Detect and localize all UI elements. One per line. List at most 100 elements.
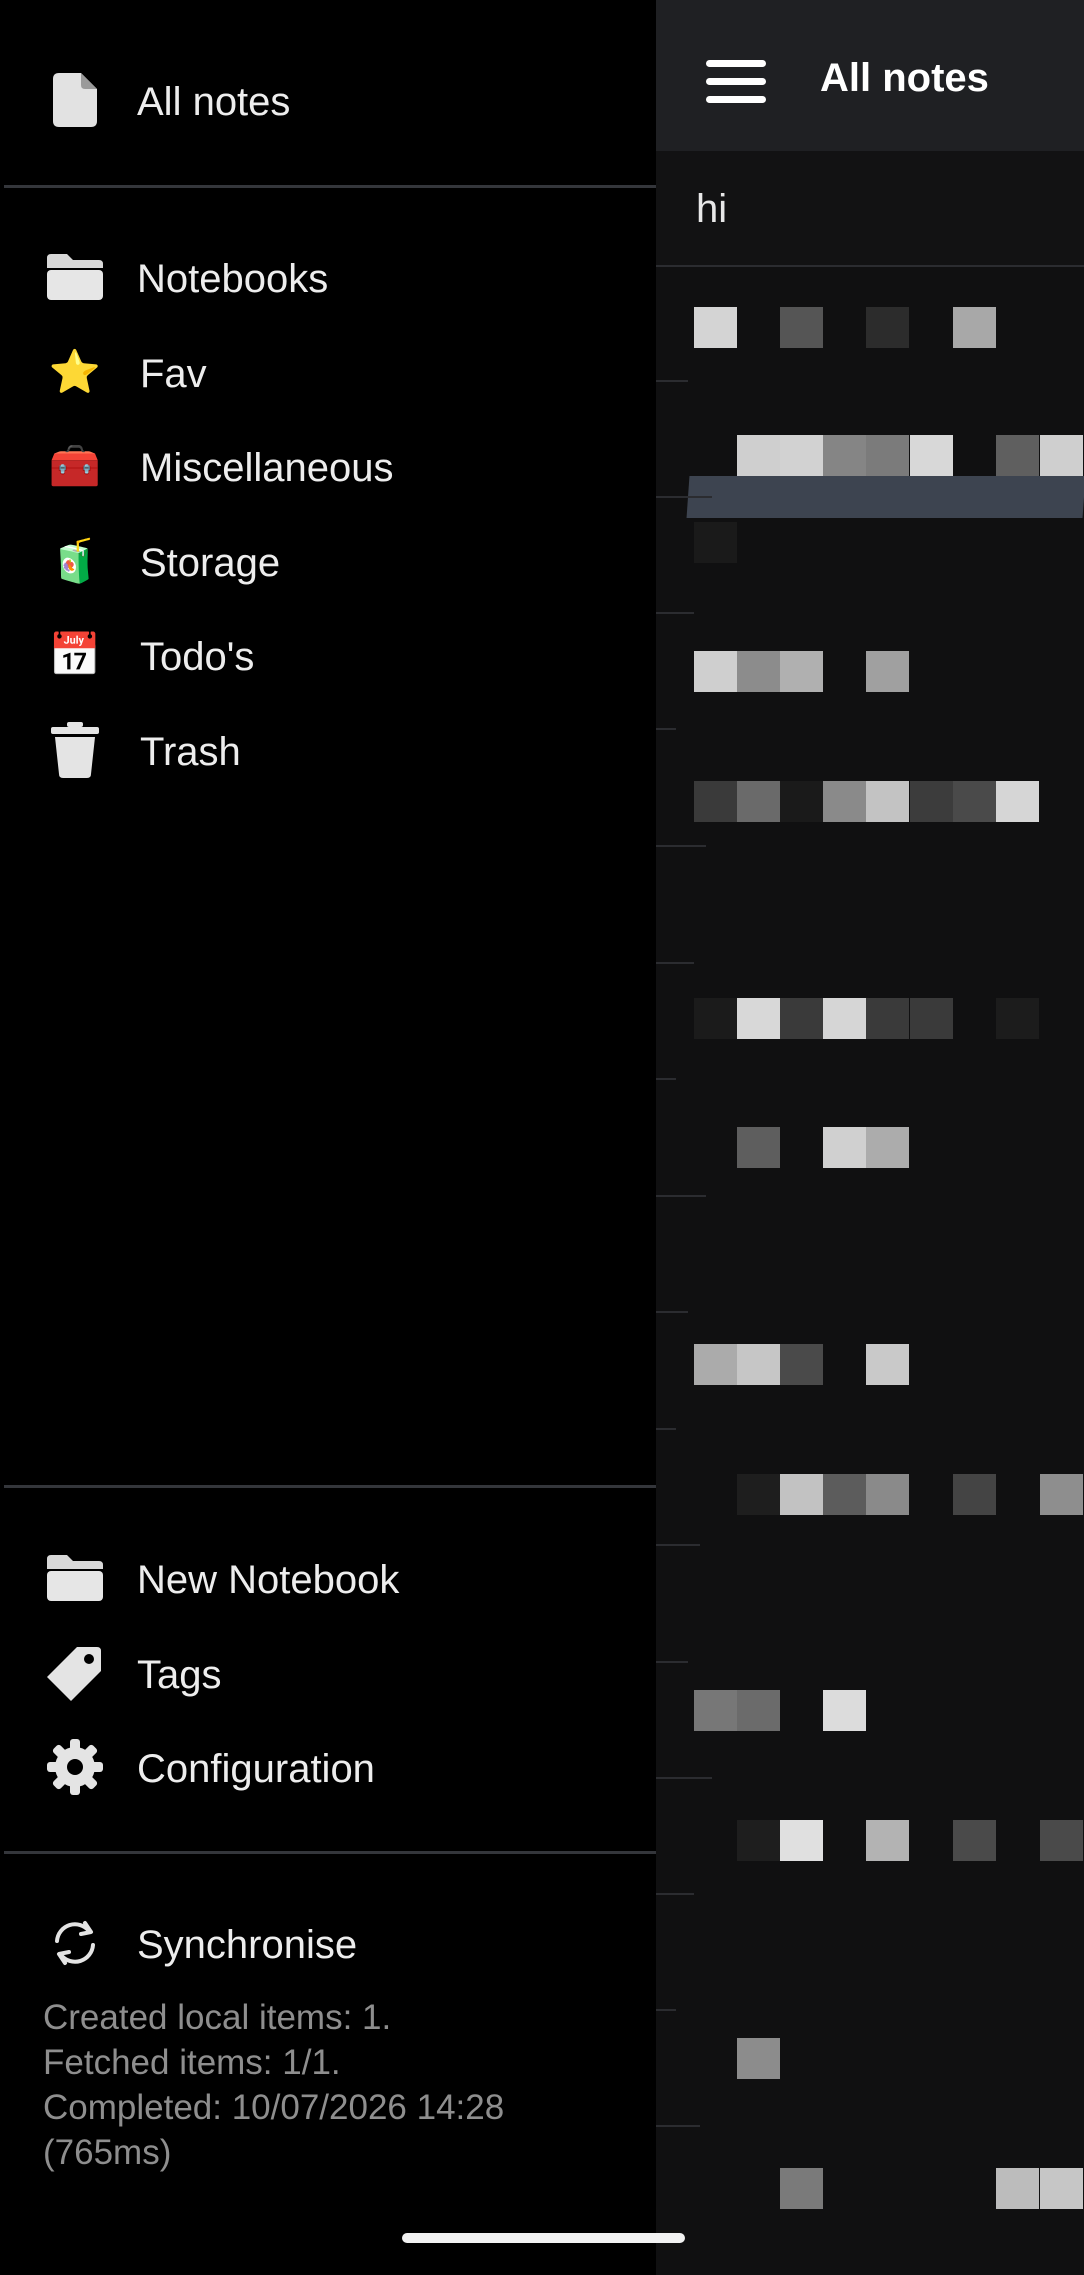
drawer-item-tags[interactable]: Tags xyxy=(0,1631,652,1711)
gear-icon xyxy=(44,1739,106,1795)
obscured-text-block xyxy=(694,522,737,563)
drawer-item-label: New Notebook xyxy=(137,1558,400,1602)
obscured-text-block xyxy=(823,435,866,476)
note-list-separator xyxy=(656,1544,700,1546)
drawer-item-label: Configuration xyxy=(137,1747,375,1791)
note-list-separator xyxy=(656,845,706,847)
obscured-text-block xyxy=(694,651,737,692)
obscured-text-block xyxy=(737,1690,780,1731)
note-list-separator xyxy=(656,1078,676,1080)
obscured-text-block xyxy=(866,435,909,476)
obscured-text-block xyxy=(737,781,780,822)
note-list-separator xyxy=(656,380,688,382)
sync-status-report: Created local items: 1. Fetched items: 1… xyxy=(43,1995,643,2175)
obscured-text-block xyxy=(910,998,953,1039)
obscured-text-block xyxy=(996,2168,1039,2209)
obscured-text-block xyxy=(737,1344,780,1385)
note-list-separator xyxy=(656,1195,706,1197)
obscured-text-block xyxy=(737,2038,780,2079)
obscured-text-block xyxy=(866,998,909,1039)
obscured-text-block xyxy=(866,1344,909,1385)
obscured-text-block xyxy=(780,435,823,476)
obscured-text-block xyxy=(694,307,737,348)
folder-icon xyxy=(44,1550,106,1606)
note-list-separator xyxy=(656,2009,676,2011)
note-list-separator xyxy=(656,962,694,964)
tag-icon xyxy=(44,1645,106,1701)
drawer-item-label: Trash xyxy=(140,730,241,774)
drawer-item-fav[interactable]: ⭐ Fav xyxy=(0,330,652,410)
drawer-item-label: Todo's xyxy=(140,635,255,679)
toolbox-emoji-icon: 🧰 xyxy=(48,442,102,489)
drawer-item-label: Tags xyxy=(137,1653,222,1697)
obscured-text-block xyxy=(823,781,866,822)
obscured-text-block xyxy=(737,998,780,1039)
hamburger-icon[interactable] xyxy=(706,60,766,104)
obscured-text-block xyxy=(1040,435,1083,476)
document-icon xyxy=(44,72,106,128)
sync-icon xyxy=(44,1915,106,1971)
drawer-item-configuration[interactable]: Configuration xyxy=(0,1725,652,1805)
obscured-text-block xyxy=(737,1127,780,1168)
drawer-item-todos[interactable]: 📅 Todo's xyxy=(0,613,652,693)
obscured-text-block xyxy=(780,1820,823,1861)
sync-status-line: Fetched items: 1/1. xyxy=(43,2043,341,2082)
drawer-divider xyxy=(4,1851,656,1854)
drawer-item-trash[interactable]: Trash xyxy=(0,708,652,788)
note-list-separator xyxy=(656,1777,712,1779)
obscured-text-block xyxy=(780,998,823,1039)
note-list-separator xyxy=(656,2125,700,2127)
drawer-item-label: All notes xyxy=(137,80,291,124)
trash-icon xyxy=(44,722,106,778)
obscured-text-block xyxy=(780,1474,823,1515)
obscured-text-block xyxy=(823,1690,866,1731)
side-drawer: All notes Notebooks ⭐ Fav 🧰 Miscellaneou… xyxy=(0,0,656,2275)
obscured-text-block xyxy=(866,1474,909,1515)
obscured-text-block xyxy=(866,781,909,822)
obscured-text-block xyxy=(1040,1474,1083,1515)
drawer-item-storage[interactable]: 🧃 Storage xyxy=(0,519,652,599)
obscured-text-block xyxy=(823,998,866,1039)
note-list-separator xyxy=(656,1311,688,1313)
star-emoji-icon: ⭐ xyxy=(48,348,102,395)
obscured-text-block xyxy=(953,307,996,348)
obscured-text-block xyxy=(737,1820,780,1861)
obscured-text-block xyxy=(1040,1820,1083,1861)
obscured-text-block xyxy=(910,435,953,476)
sync-status-line: (765ms) xyxy=(43,2133,172,2172)
obscured-text-block xyxy=(996,998,1039,1039)
obscured-text-block xyxy=(823,1474,866,1515)
obscured-text-block xyxy=(996,435,1039,476)
search-input-value: hi xyxy=(696,187,728,231)
obscured-text-block xyxy=(694,781,737,822)
drawer-divider xyxy=(4,1485,656,1488)
synchronise-button[interactable]: Synchronise xyxy=(0,1901,652,1981)
synchronise-label: Synchronise xyxy=(137,1923,358,1967)
obscured-text-block xyxy=(780,651,823,692)
drawer-item-label: Miscellaneous xyxy=(140,446,394,490)
obscured-text-block xyxy=(953,1474,996,1515)
obscured-text-block xyxy=(780,307,823,348)
drawer-item-notebooks[interactable]: Notebooks xyxy=(0,235,652,315)
obscured-text-block xyxy=(737,1474,780,1515)
drawer-item-label: Storage xyxy=(140,541,281,585)
note-list-separator xyxy=(656,612,694,614)
calendar-emoji-icon: 📅 xyxy=(48,631,102,678)
selected-note-highlight xyxy=(686,476,1084,518)
obscured-text-block xyxy=(996,781,1039,822)
page-title: All notes xyxy=(820,56,989,100)
note-list-separator xyxy=(656,496,712,498)
obscured-text-block xyxy=(953,781,996,822)
obscured-text-block xyxy=(1040,2168,1083,2209)
search-input[interactable]: hi xyxy=(656,151,1084,267)
drawer-item-new-notebook[interactable]: New Notebook xyxy=(0,1536,652,1616)
note-list-separator xyxy=(656,1661,688,1663)
obscured-text-block xyxy=(694,1690,737,1731)
obscured-text-block xyxy=(953,1820,996,1861)
drawer-item-miscellaneous[interactable]: 🧰 Miscellaneous xyxy=(0,424,652,504)
note-list-separator xyxy=(656,728,676,730)
sync-status-line: Completed: 10/07/2026 14:28 xyxy=(43,2088,505,2127)
drawer-item-label: Fav xyxy=(140,352,207,396)
obscured-text-block xyxy=(780,2168,823,2209)
drawer-item-all-notes[interactable]: All notes xyxy=(0,58,652,138)
